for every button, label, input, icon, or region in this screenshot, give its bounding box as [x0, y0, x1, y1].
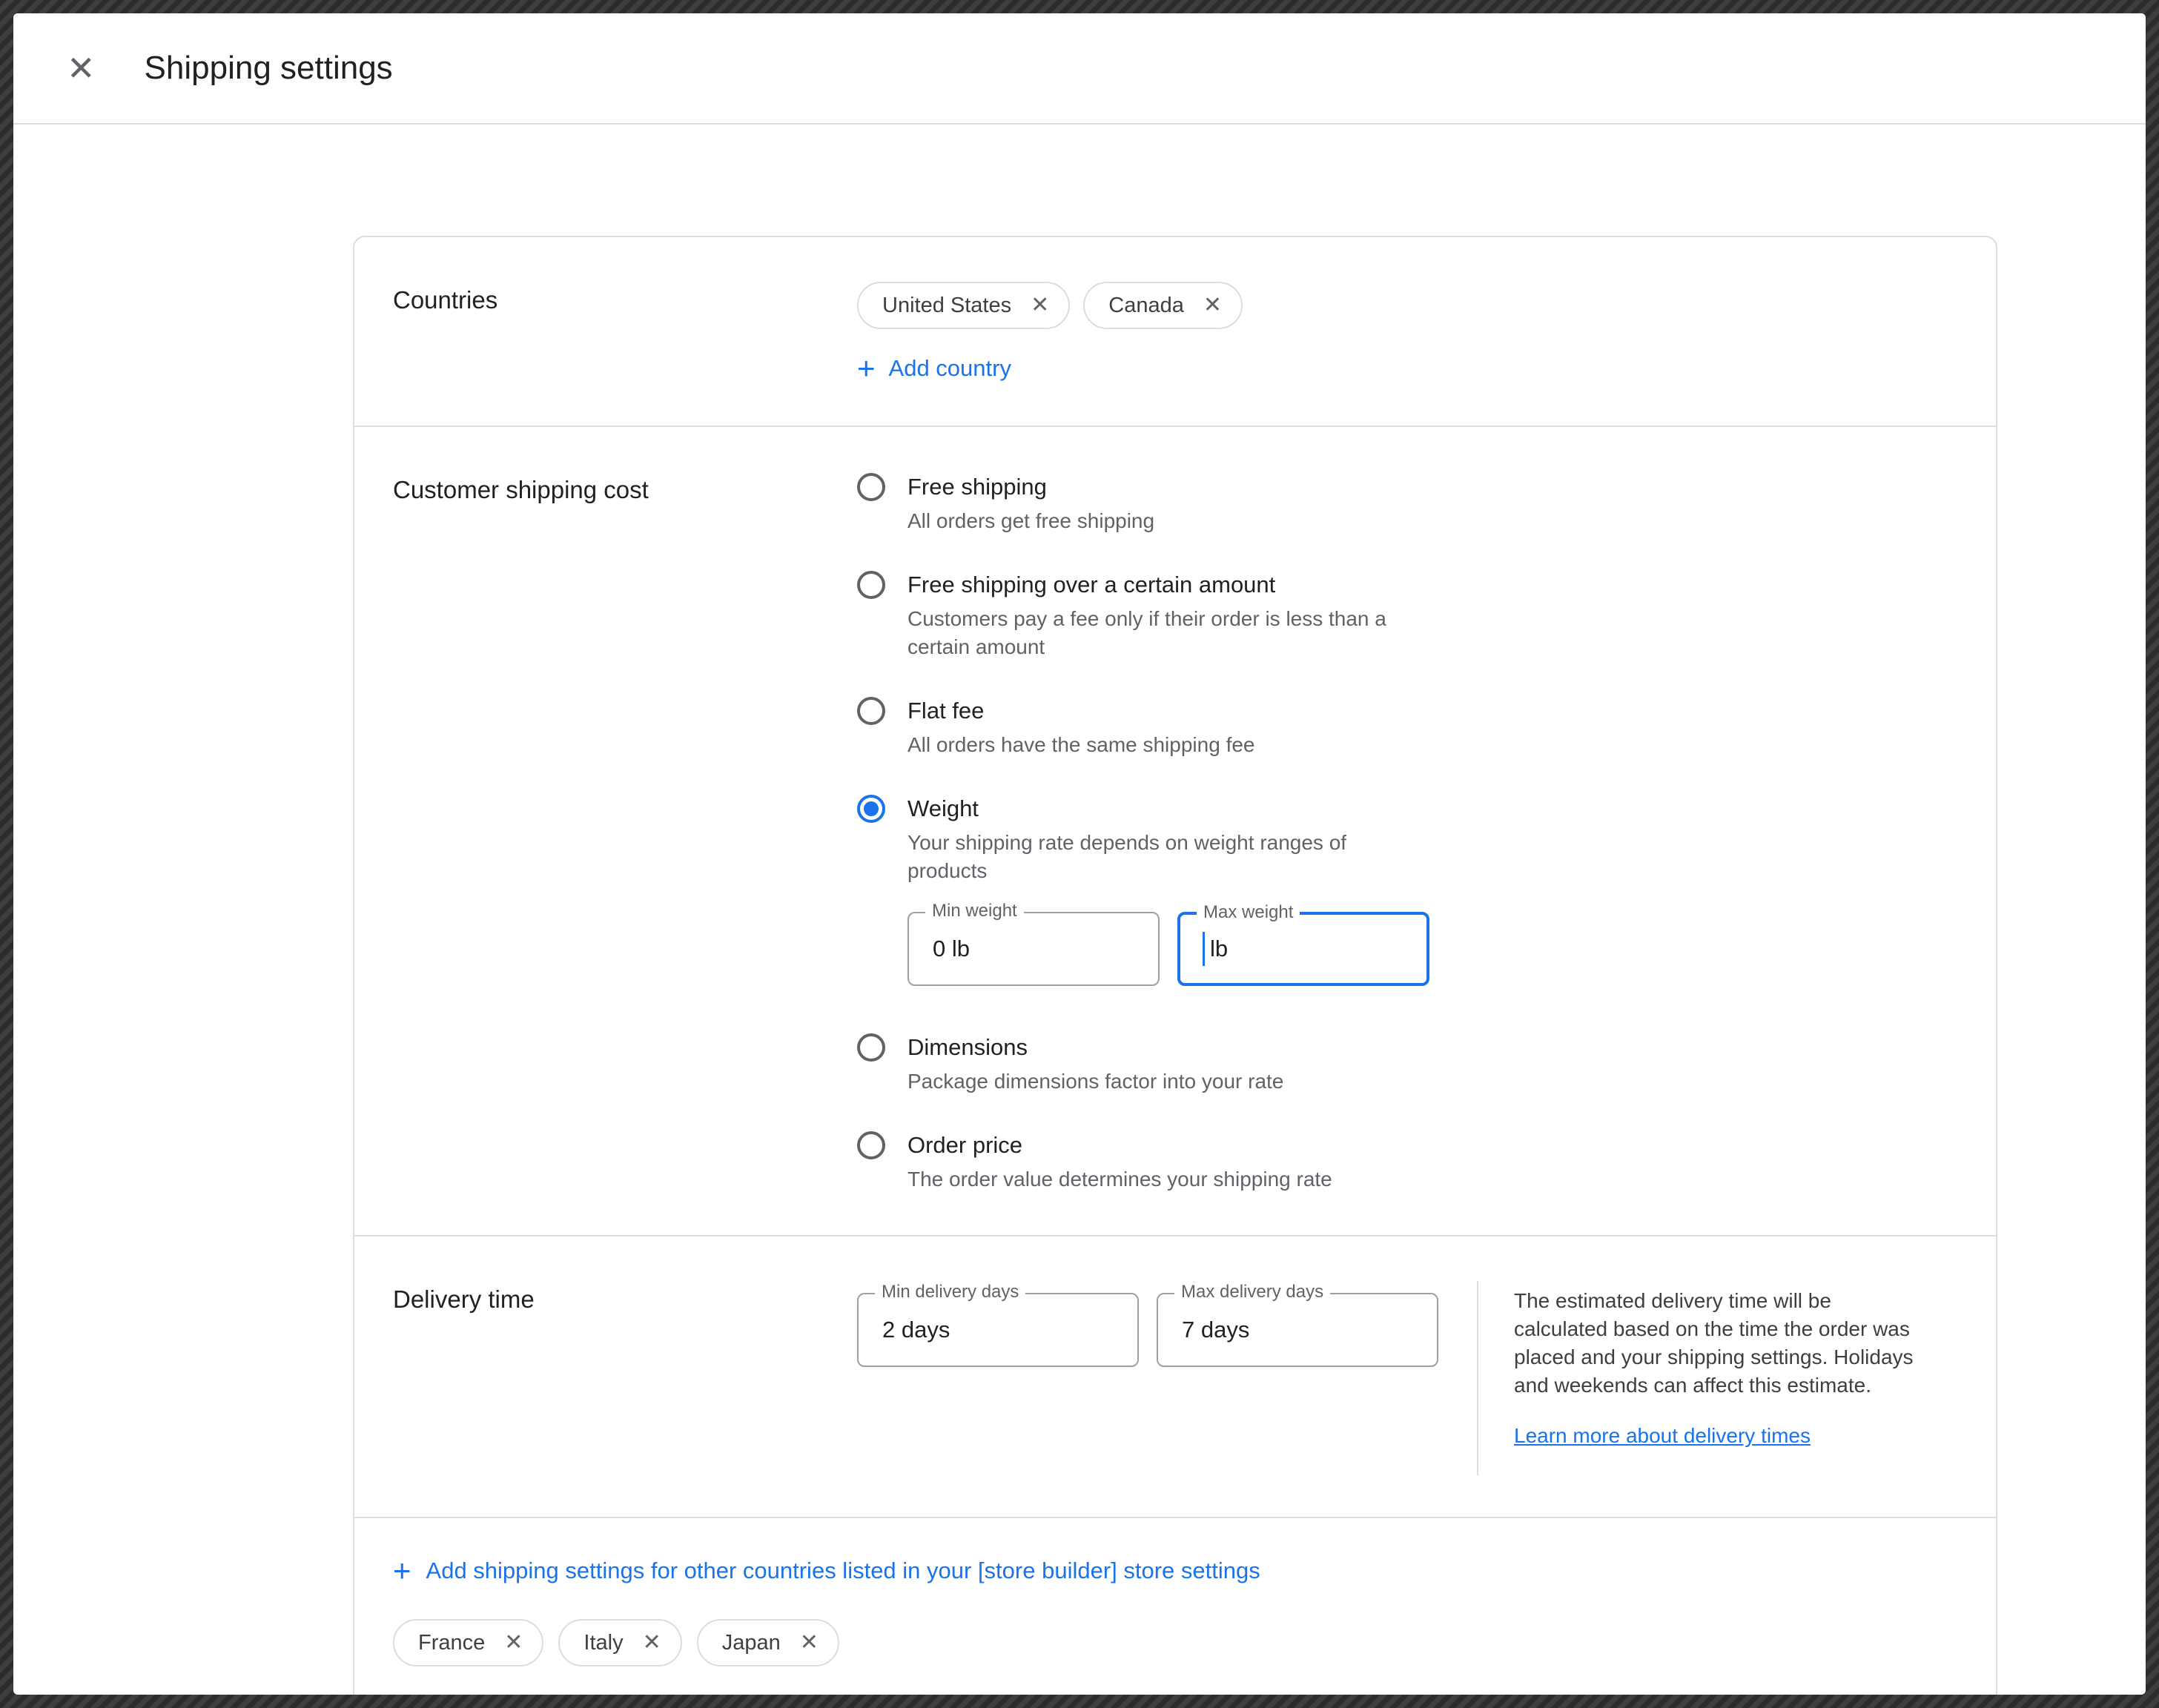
remove-country-icon[interactable]: ✕ — [800, 1632, 819, 1654]
radio-icon[interactable] — [857, 1033, 885, 1062]
other-countries-section: + Add shipping settings for other countr… — [354, 1517, 1996, 1695]
radio-icon-selected[interactable] — [857, 795, 885, 823]
min-weight-value: 0 lb — [933, 936, 970, 962]
add-other-countries-button[interactable]: + Add shipping settings for other countr… — [393, 1555, 1260, 1586]
shipping-cost-label: Customer shipping cost — [393, 471, 857, 1194]
other-country-chip-row: France ✕ Italy ✕ Japan ✕ — [393, 1619, 1957, 1666]
radio-option-flat-fee[interactable]: Flat fee All orders have the same shippi… — [857, 695, 1957, 759]
chip-label: United States — [882, 294, 1011, 318]
page-title: Shipping settings — [145, 50, 393, 87]
settings-card: Countries United States ✕ Canada ✕ + — [353, 236, 1997, 1695]
vertical-divider — [1477, 1281, 1478, 1475]
chip-japan[interactable]: Japan ✕ — [697, 1619, 839, 1666]
min-delivery-days-value: 2 days — [882, 1317, 950, 1343]
radio-icon[interactable] — [857, 697, 885, 725]
radio-icon[interactable] — [857, 1131, 885, 1159]
max-delivery-days-value: 7 days — [1182, 1317, 1249, 1343]
add-country-label: Add country — [889, 355, 1011, 382]
close-icon: ✕ — [67, 49, 96, 87]
country-chip-row: United States ✕ Canada ✕ — [857, 282, 1957, 329]
screenshot-frame: ✕ Shipping settings Countries United Sta… — [0, 0, 2159, 1708]
remove-country-icon[interactable]: ✕ — [504, 1632, 523, 1654]
radio-option-desc: All orders have the same shipping fee — [907, 731, 1255, 759]
radio-icon[interactable] — [857, 473, 885, 501]
min-delivery-days-field[interactable]: Min delivery days 2 days — [857, 1293, 1139, 1367]
chip-label: France — [418, 1631, 485, 1655]
radio-option-desc: The order value determines your shipping… — [907, 1165, 1332, 1194]
plus-icon: + — [857, 353, 876, 384]
delivery-fields-row: Min delivery days 2 days Max delivery da… — [857, 1293, 1438, 1367]
radio-option-title: Order price — [907, 1130, 1332, 1161]
weight-fields-row: Min weight 0 lb Max weight lb — [907, 912, 1429, 986]
chip-italy[interactable]: Italy ✕ — [558, 1619, 681, 1666]
radio-option-desc: Your shipping rate depends on weight ran… — [907, 829, 1397, 885]
radio-option-dimensions[interactable]: Dimensions Package dimensions factor int… — [857, 1032, 1957, 1096]
shipping-cost-section: Customer shipping cost Free shipping All… — [354, 426, 1996, 1235]
radio-option-order-price[interactable]: Order price The order value determines y… — [857, 1130, 1957, 1194]
text-caret — [1203, 932, 1205, 966]
radio-option-desc: Customers pay a fee only if their order … — [907, 605, 1397, 661]
radio-option-weight[interactable]: Weight Your shipping rate depends on wei… — [857, 793, 1957, 998]
add-country-button[interactable]: + Add country — [857, 353, 1011, 384]
chip-united-states[interactable]: United States ✕ — [857, 282, 1070, 329]
max-weight-field[interactable]: Max weight lb — [1177, 912, 1429, 986]
remove-country-icon[interactable]: ✕ — [643, 1632, 661, 1654]
max-delivery-days-field[interactable]: Max delivery days 7 days — [1157, 1293, 1438, 1367]
radio-option-free-shipping[interactable]: Free shipping All orders get free shippi… — [857, 471, 1957, 535]
min-weight-label: Min weight — [925, 901, 1024, 921]
radio-option-desc: Package dimensions factor into your rate — [907, 1068, 1283, 1096]
delivery-times-link[interactable]: Learn more about delivery times — [1514, 1422, 1811, 1450]
chip-label: Italy — [583, 1631, 623, 1655]
remove-country-icon[interactable]: ✕ — [1203, 294, 1222, 317]
radio-icon[interactable] — [857, 571, 885, 599]
radio-option-title: Free shipping — [907, 471, 1154, 503]
add-other-countries-label: Add shipping settings for other countrie… — [426, 1558, 1260, 1584]
chip-canada[interactable]: Canada ✕ — [1083, 282, 1243, 329]
chip-france[interactable]: France ✕ — [393, 1619, 543, 1666]
max-delivery-days-label: Max delivery days — [1174, 1282, 1330, 1302]
chip-label: Canada — [1108, 294, 1184, 318]
shipping-settings-dialog: ✕ Shipping settings Countries United Sta… — [13, 13, 2146, 1695]
countries-label: Countries — [393, 282, 857, 384]
radio-option-title: Flat fee — [907, 695, 1255, 726]
radio-option-free-over-amount[interactable]: Free shipping over a certain amount Cust… — [857, 569, 1957, 661]
countries-section: Countries United States ✕ Canada ✕ + — [354, 237, 1996, 426]
remove-country-icon[interactable]: ✕ — [1031, 294, 1049, 317]
plus-icon: + — [393, 1555, 411, 1586]
chip-label: Japan — [722, 1631, 781, 1655]
delivery-time-section: Delivery time Min delivery days 2 days M… — [354, 1235, 1996, 1517]
close-button[interactable]: ✕ — [67, 51, 96, 85]
delivery-help-text: The estimated delivery time will be calc… — [1514, 1287, 1929, 1400]
min-weight-field[interactable]: Min weight 0 lb — [907, 912, 1160, 986]
min-delivery-days-label: Min delivery days — [875, 1282, 1025, 1302]
max-weight-value: lb — [1210, 936, 1228, 962]
dialog-header: ✕ Shipping settings — [13, 13, 2146, 125]
radio-option-title: Weight — [907, 793, 1429, 824]
delivery-time-label: Delivery time — [393, 1281, 857, 1475]
radio-option-title: Free shipping over a certain amount — [907, 569, 1397, 600]
radio-option-title: Dimensions — [907, 1032, 1283, 1063]
radio-option-desc: All orders get free shipping — [907, 507, 1154, 535]
max-weight-label: Max weight — [1197, 902, 1300, 923]
